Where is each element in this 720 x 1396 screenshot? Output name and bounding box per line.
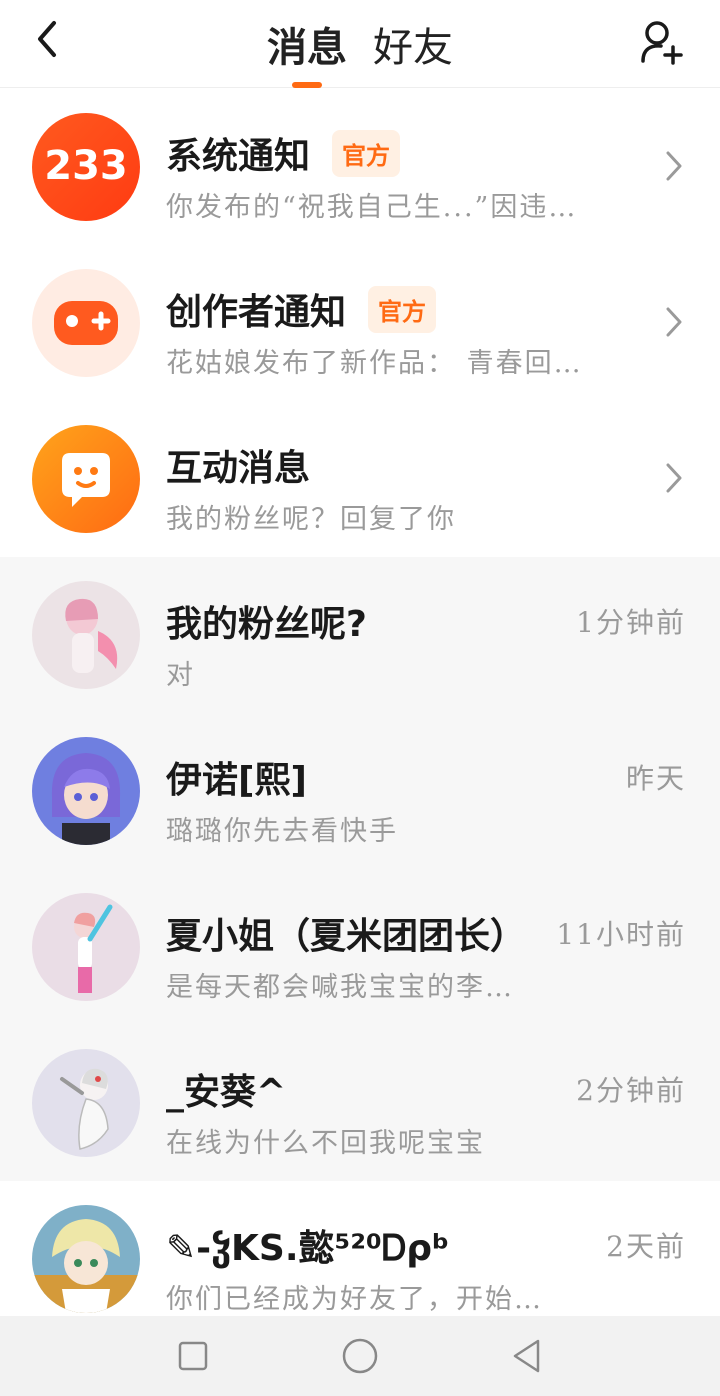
chat-preview: 璐璐你先去看快手 [166,816,398,847]
avatar [32,737,140,845]
gamepad-icon [54,301,118,345]
chat-preview: 你们已经成为好友了，开始… [166,1284,543,1315]
tab-bar: 消息 好友 [0,0,720,88]
character-avatar-icon [65,598,118,673]
chat-name: 夏小姐（夏米团团长） [166,916,527,957]
character-avatar-icon [60,1068,109,1150]
character-avatar-icon [51,753,121,845]
row-title: 系统通知 官方 [166,127,401,179]
notification-preview: 你发布的“祝我自己生...”因违… [166,192,578,223]
chat-bubble-icon [62,453,110,507]
notification-row-system[interactable]: 233 系统通知 官方 你发布的“祝我自己生...”因违… [0,89,720,245]
avatar [32,1049,140,1157]
chat-time: 2分钟前 [576,1074,686,1107]
chat-name: _安葵^ [166,1072,287,1113]
chat-row[interactable]: 我的粉丝呢? 对 1分钟前 [0,557,720,713]
chat-time: 昨天 [625,762,686,795]
notification-row-interaction[interactable]: 互动消息 我的粉丝呢？回复了你 [0,401,720,557]
message-list: 233 系统通知 官方 你发布的“祝我自己生...”因违… 创作者通知 官方 花… [0,89,720,1337]
official-badge: 官方 [332,129,401,177]
recent-apps-button[interactable] [163,1326,223,1386]
back-nav-button[interactable] [497,1326,557,1386]
chat-row[interactable]: 夏小姐（夏米团团长） 是每天都会喊我宝宝的李… 11小时前 [0,869,720,1025]
chat-name: 伊诺[熙] [166,760,307,801]
system-notice-avatar: 233 [32,113,140,221]
tab-messages-label: 消息 [267,24,347,71]
notification-title: 互动消息 [166,448,311,489]
chevron-right-icon [666,307,682,337]
tab-friends-label: 好友 [373,25,453,71]
row-title: 互动消息 [166,439,310,491]
active-tab-indicator [292,82,322,88]
233-logo-icon: 233 [44,143,128,189]
chat-row[interactable]: ✎-ჴKS.懿⁵²⁰Ꭰρᵇ 你们已经成为好友了，开始… 2天前 [0,1181,720,1337]
chat-time: 11小时前 [556,918,686,951]
official-badge: 官方 [368,285,437,333]
chat-time: 2天前 [606,1230,686,1263]
chat-row[interactable]: _安葵^ 在线为什么不回我呢宝宝 2分钟前 [0,1025,720,1181]
tab-friends[interactable]: 好友 [369,0,457,88]
row-title: 创作者通知 官方 [166,283,437,335]
notification-preview: 我的粉丝呢？回复了你 [166,504,456,535]
chevron-right-icon [666,151,682,181]
system-nav-bar [0,1316,720,1396]
chevron-right-icon [666,463,682,493]
chat-name: ✎-ჴKS.懿⁵²⁰Ꭰρᵇ [166,1228,450,1269]
add-user-icon [641,21,683,65]
chat-name: 我的粉丝呢? [166,604,367,645]
top-bar: 消息 好友 [0,0,720,88]
notification-row-creator[interactable]: 创作者通知 官方 花姑娘发布了新作品： 青春回… [0,245,720,401]
character-avatar-icon [32,1219,140,1313]
square-icon [179,1341,208,1371]
circle-icon [342,1338,378,1374]
svg-text:233: 233 [44,143,128,189]
chat-preview: 对 [166,660,195,691]
triangle-back-icon [513,1339,539,1373]
chat-row[interactable]: 伊诺[熙] 璐璐你先去看快手 昨天 [0,713,720,869]
avatar [32,1205,140,1313]
chat-time: 1分钟前 [576,606,686,639]
character-avatar-icon [74,904,113,993]
notification-title: 系统通知 [166,136,311,177]
notification-preview: 花姑娘发布了新作品： 青春回… [166,348,583,379]
notification-title: 创作者通知 [166,292,347,333]
tab-messages[interactable]: 消息 [263,0,351,88]
chat-preview: 在线为什么不回我呢宝宝 [166,1128,485,1159]
interaction-avatar [32,425,140,533]
creator-notice-avatar [32,269,140,377]
add-friend-button[interactable] [634,14,690,70]
avatar [32,581,140,689]
chat-preview: 是每天都会喊我宝宝的李… [166,972,514,1003]
home-button[interactable] [330,1326,390,1386]
avatar [32,893,140,1001]
